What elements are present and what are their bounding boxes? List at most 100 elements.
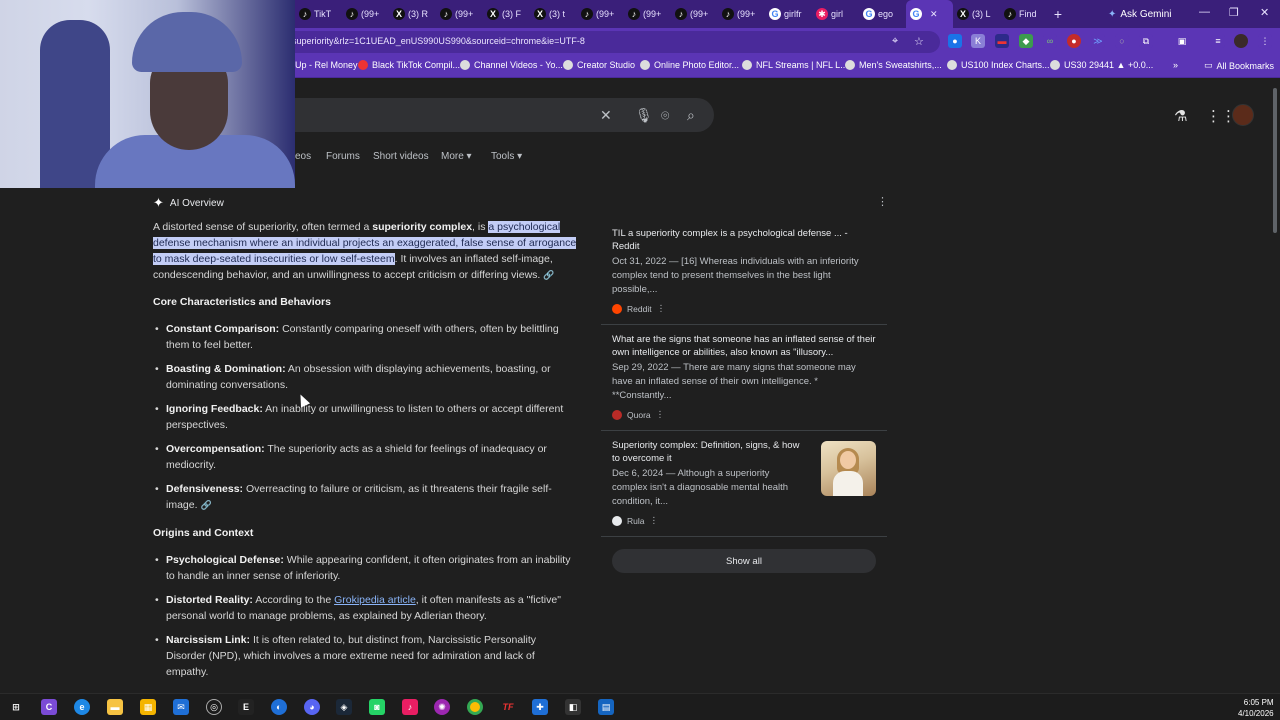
- bookmark-item[interactable]: Black TikTok Compil...: [358, 60, 460, 70]
- source-menu-icon[interactable]: ⋮: [649, 515, 658, 526]
- all-bookmarks-button[interactable]: ▭ All Bookmarks: [1204, 60, 1274, 71]
- lens-icon[interactable]: ⌾: [661, 107, 669, 124]
- source-menu-icon[interactable]: ⋮: [657, 303, 666, 314]
- tab-short-videos[interactable]: Short videos: [373, 151, 429, 162]
- extension-icon[interactable]: ∞: [1043, 34, 1057, 48]
- tiktok-icon[interactable]: ♪: [402, 699, 418, 715]
- app-icon[interactable]: ◎: [206, 699, 222, 715]
- browser-tab[interactable]: ♪ Find: [1000, 0, 1047, 28]
- bookmark-item[interactable]: US100 Index Charts...: [947, 60, 1050, 70]
- scrollbar-thumb[interactable]: [1273, 88, 1277, 233]
- grokipedia-link[interactable]: Grokipedia article: [334, 594, 416, 606]
- tools-button[interactable]: Tools ▾: [491, 151, 522, 162]
- app-icon[interactable]: ✚: [532, 699, 548, 715]
- address-bar[interactable]: superiority&rlz=1C1UEAD_enUS990US990&sou…: [280, 31, 940, 53]
- tab-videos[interactable]: eos: [295, 151, 311, 162]
- source-card[interactable]: What are the signs that someone has an i…: [601, 325, 887, 431]
- more-options-icon[interactable]: ⋮: [877, 195, 888, 208]
- steam-icon[interactable]: ◈: [336, 699, 352, 715]
- close-tab-icon[interactable]: ✕: [930, 9, 938, 20]
- source-menu-icon[interactable]: ⋮: [656, 409, 665, 420]
- search-input[interactable]: ✕ 🎙 ⌾ ⌕: [240, 98, 714, 132]
- browser-tab[interactable]: ♪ (99+: [342, 0, 389, 28]
- source-title[interactable]: Superiority complex: Definition, signs, …: [612, 439, 807, 465]
- ask-gemini-button[interactable]: ✦ Ask Gemini: [1108, 5, 1172, 23]
- source-title[interactable]: TIL a superiority complex is a psycholog…: [612, 227, 876, 253]
- link-icon[interactable]: 🔗: [543, 270, 554, 280]
- restore-icon[interactable]: ❐: [1229, 6, 1239, 19]
- source-thumbnail[interactable]: [821, 441, 876, 496]
- capcut-icon[interactable]: ◧: [565, 699, 581, 715]
- system-clock[interactable]: 6:05 PM 4/10/2026: [1238, 697, 1274, 719]
- extension-icon[interactable]: ●: [1067, 34, 1081, 48]
- show-all-button[interactable]: Show all: [612, 549, 876, 573]
- browser-tab[interactable]: X (3) F: [483, 0, 530, 28]
- bookmark-item[interactable]: US30 29441 ▲ +0.0...: [1050, 60, 1153, 70]
- browser-tab[interactable]: Gego: [859, 0, 906, 28]
- minimize-icon[interactable]: —: [1199, 6, 1210, 18]
- extension-icon[interactable]: ▬: [995, 34, 1009, 48]
- bookmark-item[interactable]: Channel Videos - Yo...: [460, 60, 563, 70]
- tab-search-icon[interactable]: ▣: [1175, 34, 1189, 48]
- labs-flask-icon[interactable]: ⚗: [1174, 107, 1187, 125]
- extension-icon[interactable]: ≫: [1091, 34, 1105, 48]
- extension-icon[interactable]: ●: [948, 34, 962, 48]
- browser-tab[interactable]: G ✕: [906, 0, 953, 28]
- bookmark-star-icon[interactable]: ☆: [914, 35, 924, 48]
- account-avatar[interactable]: [1232, 104, 1254, 126]
- app-icon[interactable]: ▤: [598, 699, 614, 715]
- app-icon[interactable]: ◐: [271, 699, 287, 715]
- app-icon[interactable]: ✺: [434, 699, 450, 715]
- source-title[interactable]: What are the signs that someone has an i…: [612, 333, 876, 359]
- source-card[interactable]: TIL a superiority complex is a psycholog…: [601, 219, 887, 325]
- browser-tab[interactable]: ♪ (99+: [718, 0, 765, 28]
- edge-icon[interactable]: e: [74, 699, 90, 715]
- link-icon[interactable]: 🔗: [201, 500, 212, 510]
- profile-avatar[interactable]: [1234, 34, 1248, 48]
- file-explorer-icon[interactable]: ▬: [107, 699, 123, 715]
- browser-tab[interactable]: ✱ girl: [812, 0, 859, 28]
- extension-icon[interactable]: ○: [1115, 34, 1129, 48]
- browser-tab[interactable]: ♪ (99+: [624, 0, 671, 28]
- windows-start-icon[interactable]: ⊞: [8, 699, 24, 715]
- chrome-icon[interactable]: [467, 699, 483, 715]
- bookmark-item[interactable]: Up - Rel Money: [295, 60, 358, 70]
- extension-icon[interactable]: K: [971, 34, 985, 48]
- bookmark-item[interactable]: Creator Studio: [563, 60, 635, 70]
- page-scrollbar[interactable]: [1270, 78, 1280, 690]
- browser-tab[interactable]: X (3) L: [953, 0, 1000, 28]
- store-icon[interactable]: ▦: [140, 699, 156, 715]
- close-window-icon[interactable]: ✕: [1260, 6, 1269, 19]
- mail-icon[interactable]: ✉: [173, 699, 189, 715]
- search-icon[interactable]: ⌕: [687, 107, 695, 124]
- browser-tab[interactable]: ♪ TikT: [295, 0, 342, 28]
- bookmark-item[interactable]: NFL Streams | NFL L...: [742, 60, 848, 70]
- browser-tab[interactable]: X (3) t: [530, 0, 577, 28]
- source-card[interactable]: Superiority complex: Definition, signs, …: [601, 431, 887, 537]
- tradingview-icon[interactable]: TF: [500, 699, 516, 715]
- bookmark-item[interactable]: Online Photo Editor...: [640, 60, 739, 70]
- browser-tab[interactable]: ♪ (99+: [577, 0, 624, 28]
- browser-tab[interactable]: Ggirlfr: [765, 0, 812, 28]
- chat-app-icon[interactable]: ◙: [369, 699, 385, 715]
- browser-tab[interactable]: ♪ (99+: [671, 0, 718, 28]
- menu-icon[interactable]: ⋮: [1258, 34, 1272, 48]
- epic-games-icon[interactable]: E: [238, 699, 254, 715]
- clear-icon[interactable]: ✕: [600, 107, 612, 124]
- tab-forums[interactable]: Forums: [326, 151, 360, 162]
- media-icon[interactable]: ≡: [1211, 34, 1225, 48]
- extension-icon[interactable]: ◆: [1019, 34, 1033, 48]
- browser-tab[interactable]: X (3) R: [389, 0, 436, 28]
- copilot-icon[interactable]: C: [41, 699, 57, 715]
- bookmark-item[interactable]: Men's Sweatshirts,...: [845, 60, 942, 70]
- microphone-icon[interactable]: 🎙: [635, 107, 653, 124]
- section-title: Core Characteristics and Behaviors: [153, 296, 331, 308]
- discord-icon[interactable]: ◕: [304, 699, 320, 715]
- extensions-puzzle-icon[interactable]: ⧉: [1139, 34, 1153, 48]
- url-text[interactable]: superiority&rlz=1C1UEAD_enUS990US990&sou…: [292, 36, 585, 46]
- new-tab-button[interactable]: +: [1047, 6, 1069, 22]
- location-icon[interactable]: ⌖: [892, 35, 898, 48]
- browser-tab[interactable]: ♪ (99+: [436, 0, 483, 28]
- tab-more[interactable]: More ▾: [441, 151, 472, 162]
- bookmarks-overflow-button[interactable]: »: [1173, 60, 1178, 70]
